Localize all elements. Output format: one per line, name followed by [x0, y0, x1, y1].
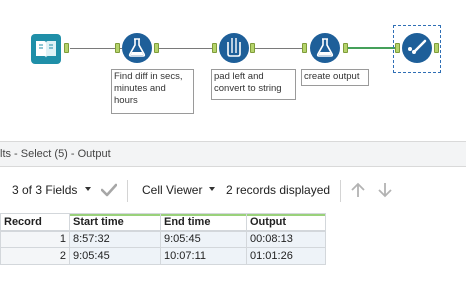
fields-selector[interactable]: 3 of 3 Fields — [12, 183, 77, 197]
input-data-tool[interactable] — [30, 33, 62, 65]
results-title: lts - Select (5) - Output — [0, 148, 111, 160]
record-cell[interactable]: 2 — [0, 247, 70, 265]
record-cell[interactable]: 1 — [0, 230, 70, 248]
tool3-input-anchor[interactable] — [212, 43, 217, 53]
table-row[interactable]: 1 8:57:32 9:05:45 00:08:13 — [0, 230, 326, 248]
tool4-annotation: create output — [301, 69, 369, 86]
tool1-output-anchor[interactable] — [64, 43, 69, 53]
output-cell[interactable]: 01:01:26 — [246, 247, 326, 265]
arrow-up-icon[interactable] — [350, 182, 366, 198]
end-time-cell[interactable]: 10:07:11 — [160, 247, 247, 265]
cell-viewer-selector[interactable]: Cell Viewer — [142, 183, 202, 197]
tool5-input-anchor[interactable] — [395, 43, 400, 53]
column-header-output[interactable]: Output — [246, 213, 326, 232]
formula-flask-icon — [310, 33, 340, 63]
records-displayed-label: 2 records displayed — [226, 183, 331, 197]
column-header-end-time[interactable]: End time — [160, 213, 247, 232]
tool3-output-anchor[interactable] — [250, 43, 255, 53]
tool2-input-anchor[interactable] — [115, 43, 120, 53]
multi-field-formula-icon — [219, 33, 249, 63]
connection-4-5[interactable] — [347, 47, 399, 49]
connection-2-3[interactable] — [154, 48, 214, 49]
multi-field-formula-tool[interactable] — [218, 32, 250, 64]
tool4-output-anchor[interactable] — [343, 43, 348, 53]
arrow-down-icon[interactable] — [377, 182, 393, 198]
select-tool[interactable] — [401, 32, 433, 64]
output-cell[interactable]: 00:08:13 — [246, 230, 326, 248]
table-row[interactable]: 2 9:05:45 10:07:11 01:01:26 — [0, 247, 326, 265]
results-toolbar: 3 of 3 Fields Cell Viewer 2 records disp… — [0, 171, 466, 209]
dropdown-caret-icon[interactable] — [85, 187, 91, 191]
toolbar-divider — [340, 180, 341, 202]
formula-flask-icon — [122, 33, 152, 63]
workflow-canvas[interactable]: Find diff in secs, minutes and hours pad… — [0, 0, 466, 133]
column-header-record[interactable]: Record — [0, 213, 70, 232]
results-header: lts - Select (5) - Output — [0, 141, 466, 167]
dropdown-caret-icon[interactable] — [209, 187, 215, 191]
results-grid[interactable]: Record Start time End time Output 1 8:57… — [0, 213, 326, 265]
column-header-start-time[interactable]: Start time — [69, 213, 161, 232]
tool2-annotation: Find diff in secs, minutes and hours — [111, 69, 194, 114]
start-time-cell[interactable]: 8:57:32 — [69, 230, 161, 248]
formula-tool-1[interactable] — [121, 32, 153, 64]
tool5-output-anchor[interactable] — [434, 43, 439, 53]
tool2-output-anchor[interactable] — [154, 43, 159, 53]
start-time-cell[interactable]: 9:05:45 — [69, 247, 161, 265]
formula-tool-2[interactable] — [309, 32, 341, 64]
results-panel: lts - Select (5) - Output 3 of 3 Fields … — [0, 133, 466, 293]
connection-3-4[interactable] — [250, 48, 302, 49]
tool3-annotation: pad left and convert to string — [211, 69, 296, 100]
toolbar-divider — [127, 180, 128, 202]
end-time-cell[interactable]: 9:05:45 — [160, 230, 247, 248]
checkmark-icon[interactable] — [101, 183, 117, 197]
book-input-icon — [31, 34, 61, 64]
select-check-icon — [402, 33, 432, 63]
tool4-input-anchor[interactable] — [302, 43, 307, 53]
